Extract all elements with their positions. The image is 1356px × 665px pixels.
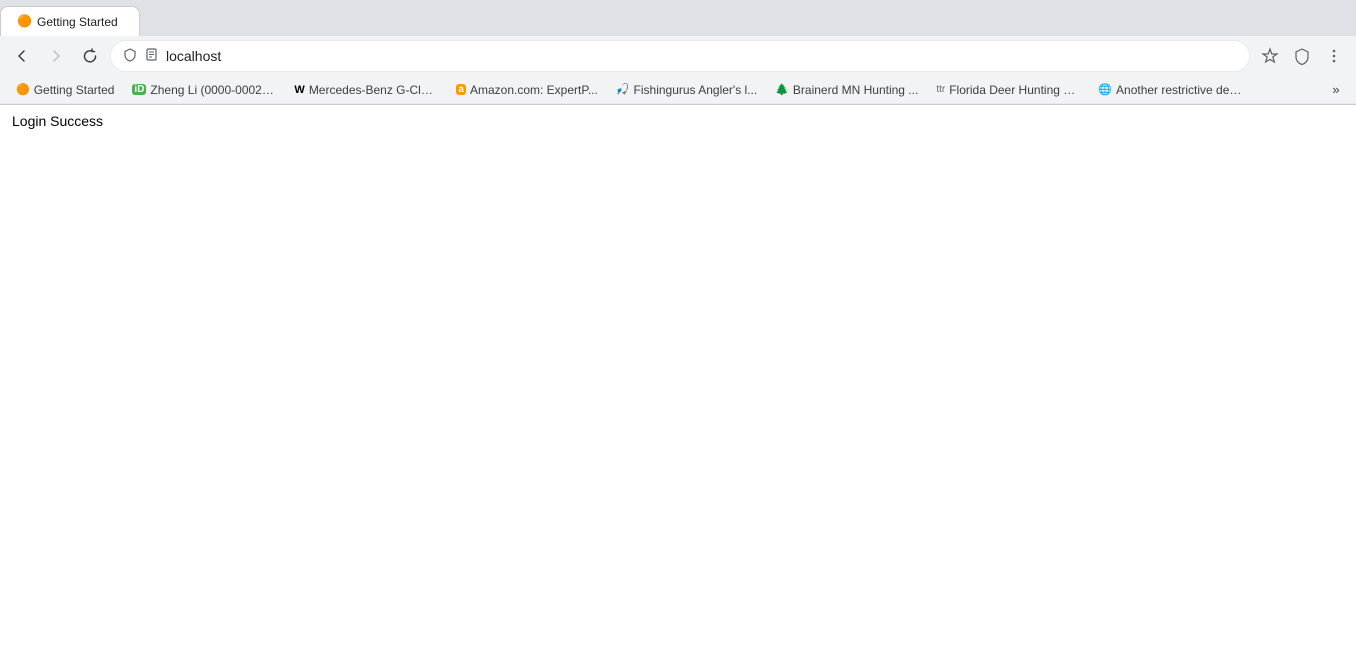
address-bar[interactable]: localhost	[110, 40, 1250, 72]
bookmark-label-6: Florida Deer Hunting S...	[949, 83, 1080, 97]
bookmark-label-7: Another restrictive dee...	[1116, 83, 1242, 97]
toolbar: localhost	[0, 36, 1356, 76]
bookmarks-bar: 🟠 Getting Started iD Zheng Li (0000-0002…	[0, 76, 1356, 104]
bookmark-favicon-2: W	[294, 84, 304, 96]
bookmark-favicon-0: 🟠	[16, 83, 30, 96]
menu-button[interactable]	[1320, 42, 1348, 70]
url-text: localhost	[166, 48, 1237, 64]
bookmark-amazon[interactable]: a Amazon.com: ExpertP...	[448, 81, 605, 99]
bookmark-favicon-3: a	[456, 84, 466, 95]
page-content: Login Success	[0, 105, 1356, 665]
bookmark-label-5: Brainerd MN Hunting ...	[793, 83, 918, 97]
bookmark-brainerd[interactable]: 🌲 Brainerd MN Hunting ...	[767, 81, 926, 99]
bookmark-florida-deer[interactable]: ttr Florida Deer Hunting S...	[928, 81, 1088, 99]
bookmark-label-0: Getting Started	[34, 83, 115, 97]
tab-bar: 🟠 Getting Started	[0, 0, 1356, 36]
forward-button[interactable]	[42, 42, 70, 70]
bookmark-favicon-5: 🌲	[775, 83, 789, 96]
tab-label: Getting Started	[37, 15, 123, 29]
bookmark-zheng-li[interactable]: iD Zheng Li (0000-0002-3...	[124, 81, 284, 99]
back-button[interactable]	[8, 42, 36, 70]
browser-chrome: 🟠 Getting Started localhost	[0, 0, 1356, 105]
bookmarks-more-icon: »	[1332, 82, 1339, 97]
bookmark-label-2: Mercedes-Benz G-Clas...	[309, 83, 439, 97]
bookmark-favicon-1: iD	[132, 84, 146, 95]
reload-button[interactable]	[76, 42, 104, 70]
bookmark-favicon-6: ttr	[936, 84, 945, 95]
tab-favicon: 🟠	[17, 15, 31, 29]
bookmark-label-4: Fishingurus Angler's l...	[634, 83, 758, 97]
bookmark-favicon-4: 🎣	[616, 83, 630, 96]
login-success-message: Login Success	[12, 113, 103, 129]
bookmark-label-3: Amazon.com: ExpertP...	[470, 83, 598, 97]
bookmark-another[interactable]: 🌐 Another restrictive dee...	[1090, 81, 1250, 99]
bookmark-label-1: Zheng Li (0000-0002-3...	[150, 83, 276, 97]
bookmark-getting-started[interactable]: 🟠 Getting Started	[8, 81, 122, 99]
shield-button[interactable]	[1288, 42, 1316, 70]
toolbar-right	[1256, 42, 1348, 70]
security-icon	[123, 48, 137, 65]
bookmark-fishingurus[interactable]: 🎣 Fishingurus Angler's l...	[608, 81, 765, 99]
page-doc-icon	[145, 48, 158, 64]
bookmark-favicon-7: 🌐	[1098, 83, 1112, 96]
active-tab[interactable]: 🟠 Getting Started	[0, 6, 140, 36]
bookmark-star-button[interactable]	[1256, 42, 1284, 70]
bookmark-mercedes[interactable]: W Mercedes-Benz G-Clas...	[286, 81, 446, 99]
bookmarks-more-button[interactable]: »	[1324, 78, 1348, 102]
